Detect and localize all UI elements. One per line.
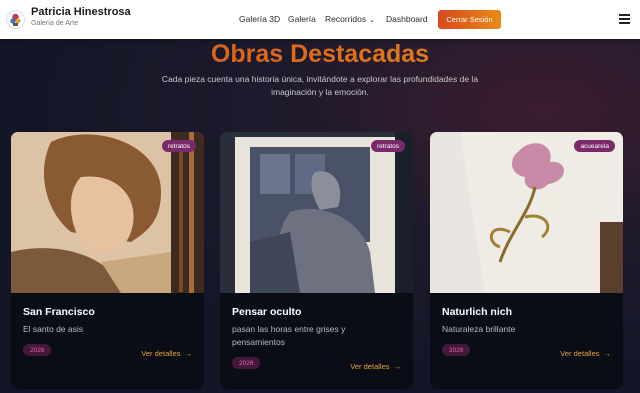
brand-name: Patricia Hinestrosa (31, 6, 131, 18)
artwork-image[interactable]: retratos (11, 132, 204, 293)
view-details-link[interactable]: Ver detalles → (350, 362, 401, 371)
arrow-right-icon: → (184, 349, 193, 358)
category-badge: acuearela (574, 140, 615, 152)
artwork-card[interactable]: retratos Pensar oculto pasan las horas e… (220, 132, 413, 389)
artwork-image[interactable]: acuearela (430, 132, 623, 293)
logo-icon[interactable] (6, 10, 25, 29)
top-navbar: Patricia Hinestrosa Galería de Arte Gale… (0, 0, 640, 39)
artwork-title: Pensar oculto (232, 306, 302, 318)
view-details-link[interactable]: Ver detalles → (141, 349, 192, 358)
nav-recorridos-label: Recorridos (325, 14, 367, 24)
chevron-down-icon: ⌄ (369, 17, 375, 24)
artwork-image[interactable]: retratos (220, 132, 413, 293)
arrow-right-icon: → (603, 349, 612, 358)
nav-galeria[interactable]: Galería (288, 14, 316, 24)
section-subtitle: Cada pieza cuenta una historia única, in… (161, 74, 479, 97)
brand[interactable]: Patricia Hinestrosa Galería de Arte (31, 6, 131, 29)
year-badge: 2026 (442, 344, 471, 356)
nav-dashboard[interactable]: Dashboard (386, 14, 428, 24)
view-details-label: Ver detalles (560, 349, 600, 358)
hamburger-menu-icon[interactable] (619, 14, 630, 24)
artwork-card[interactable]: acuearela Naturlich nich Naturaleza bril… (430, 132, 623, 389)
artwork-description: El santo de asis (23, 324, 84, 334)
artwork-title: Naturlich nich (442, 306, 513, 318)
artwork-description: pasan las horas entre grises y pensamien… (232, 324, 346, 347)
view-details-label: Ver detalles (141, 349, 181, 358)
year-badge: 2026 (23, 344, 52, 356)
logout-button[interactable]: Cerrar Sesión (438, 10, 501, 29)
nav-galeria-3d[interactable]: Galería 3D (239, 14, 280, 24)
section-title: Obras Destacadas (0, 38, 640, 70)
artwork-card[interactable]: retratos San Francisco El santo de asis … (11, 132, 204, 389)
view-details-label: Ver detalles (350, 362, 390, 371)
brand-subtitle: Galería de Arte (31, 20, 79, 27)
category-badge: retratos (161, 140, 196, 152)
year-badge: 2026 (232, 357, 261, 369)
nav-recorridos[interactable]: Recorridos ⌄ (325, 14, 375, 24)
arrow-right-icon: → (393, 362, 402, 371)
category-badge: retratos (370, 140, 405, 152)
artwork-title: San Francisco (23, 306, 95, 318)
artwork-description: Naturaleza brillante (442, 324, 516, 334)
view-details-link[interactable]: Ver detalles → (560, 349, 611, 358)
